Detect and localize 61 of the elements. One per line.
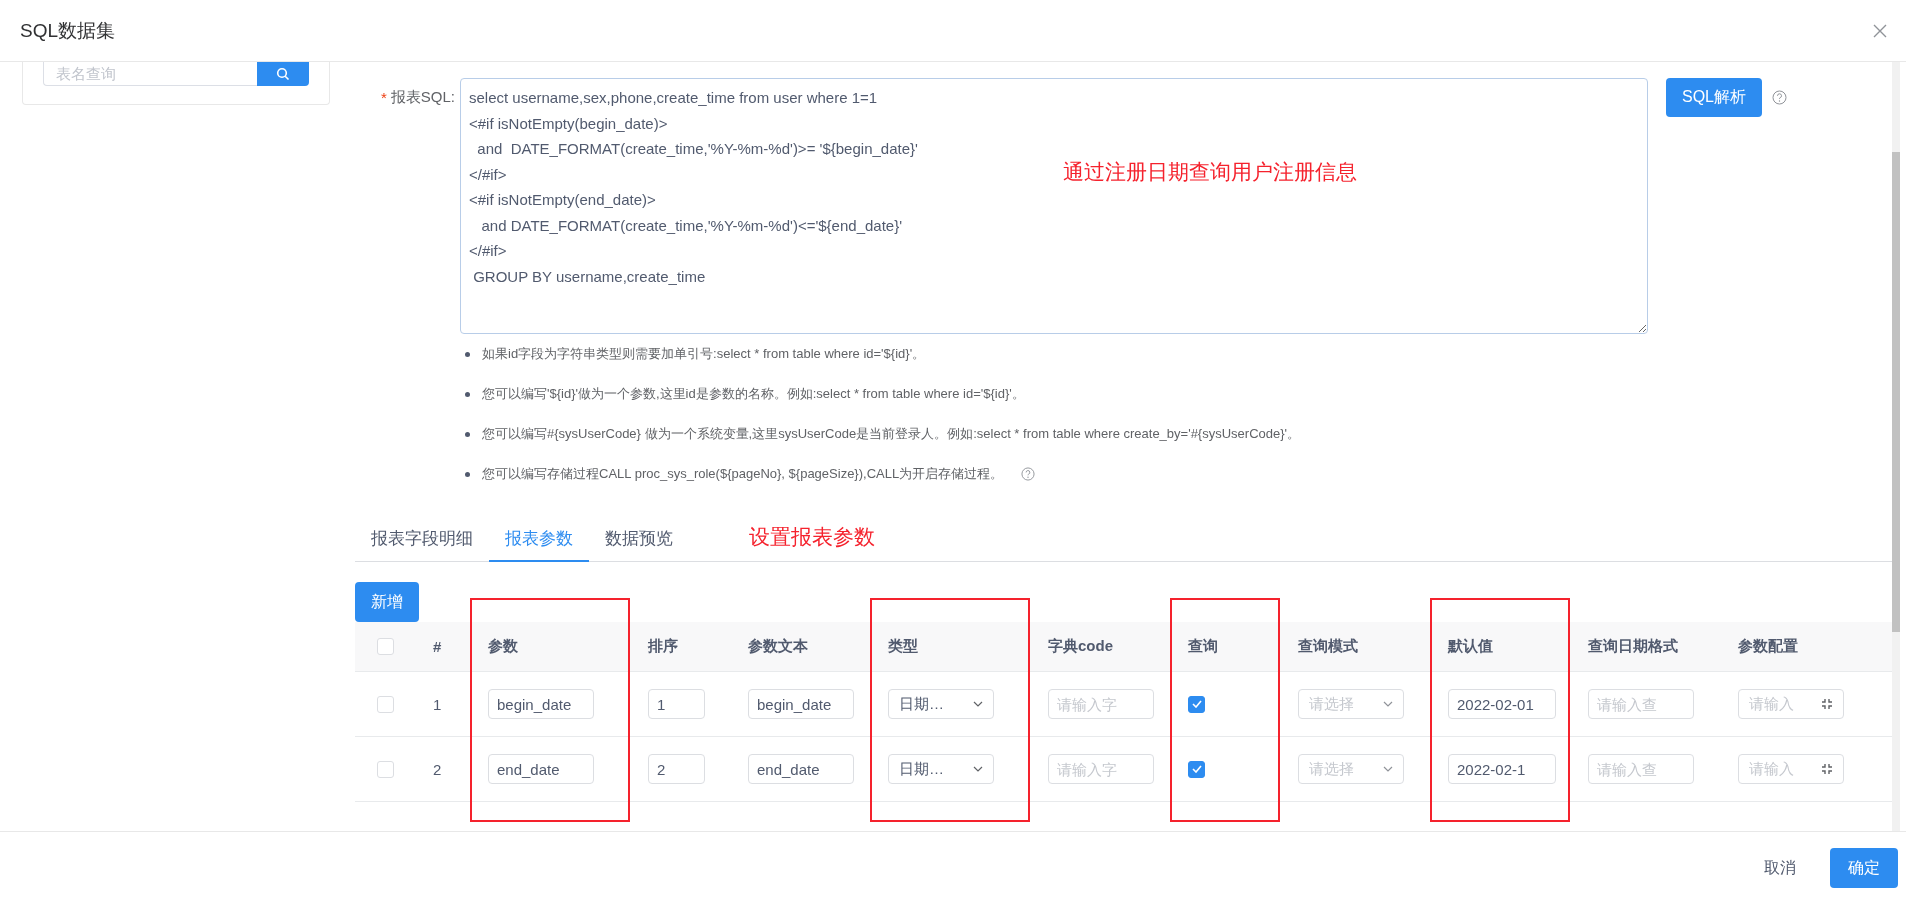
annotation-text: 设置报表参数: [749, 523, 875, 550]
hint-text: 您可以编写存储过程CALL proc_sys_role(${pageNo}, ${pageSize}),CALL为开启存储过程。: [482, 465, 1004, 483]
column-header: #: [433, 638, 442, 655]
scrollbar[interactable]: [1892, 62, 1900, 831]
collapse-icon[interactable]: [1821, 763, 1833, 775]
column-header: 查询日期格式: [1588, 637, 1678, 656]
search-button[interactable]: [257, 62, 309, 86]
hint-text: 如果id字段为字符串类型则需要加单引号:select * from table where id='${id}'。: [482, 345, 926, 363]
search-icon: [276, 67, 290, 81]
column-header: 默认值: [1448, 637, 1493, 656]
default-value-input[interactable]: 2022-02-1: [1448, 754, 1556, 784]
collapse-icon[interactable]: [1821, 698, 1833, 710]
query-checkbox[interactable]: [1188, 695, 1205, 713]
hint-text: 您可以编写#{sysUserCode} 做为一个系统变量,这里sysUserCode是当前登录人。例如:select * from table where create_by='#{sysUserCode}'。: [482, 425, 1301, 443]
dialog-title: SQL数据集: [20, 18, 116, 43]
bullet-icon: [465, 431, 470, 437]
close-icon[interactable]: [1872, 22, 1888, 39]
hint-text: 您可以编写'${id}'做为一个参数,这里id是参数的名称。例如:select * from table where id='${id}'。: [482, 385, 1025, 403]
column-header: 查询: [1188, 637, 1218, 656]
row-checkbox[interactable]: [377, 760, 394, 778]
search-field[interactable]: 表名查询: [43, 62, 257, 86]
tab[interactable]: 数据预览: [589, 527, 689, 562]
search-panel[interactable]: 表名查询: [22, 62, 330, 105]
chevron-down-icon: [1383, 701, 1393, 707]
annotation-text: 通过注册日期查询用户注册信息: [1063, 159, 1357, 185]
param-input[interactable]: end_date: [488, 754, 594, 784]
bullet-icon: [465, 351, 470, 357]
order-input[interactable]: 2: [648, 754, 705, 784]
tab[interactable]: 报表字段明细: [355, 527, 489, 562]
row-number: 1: [433, 695, 442, 713]
column-header: 字典code: [1048, 637, 1113, 656]
param-input[interactable]: begin_date: [488, 689, 594, 719]
type-select[interactable]: 日期…: [888, 689, 994, 719]
row-checkbox[interactable]: [377, 695, 394, 713]
chevron-down-icon: [973, 766, 983, 772]
check-icon: [1191, 700, 1202, 708]
column-header: 查询模式: [1298, 637, 1358, 656]
column-header: 类型: [888, 637, 918, 656]
help-icon[interactable]: [1772, 90, 1787, 105]
type-select[interactable]: 日期…: [888, 754, 994, 784]
default-value-input[interactable]: 2022-02-01: [1448, 689, 1556, 719]
row-number: 2: [433, 760, 442, 778]
bullet-icon: [465, 391, 470, 397]
param-text-input[interactable]: begin_date: [748, 689, 854, 719]
select-all-checkbox[interactable]: [377, 638, 394, 655]
check-icon: [1191, 765, 1202, 773]
column-header: 参数配置: [1738, 637, 1798, 656]
column-header: 排序: [648, 637, 678, 656]
bullet-icon: [465, 471, 470, 477]
tab[interactable]: 报表参数: [489, 527, 589, 562]
column-header: 参数: [488, 637, 518, 656]
query-checkbox[interactable]: [1188, 760, 1205, 778]
required-mark: *: [380, 89, 387, 106]
column-header: 参数文本: [748, 637, 808, 656]
chevron-down-icon: [1383, 766, 1393, 772]
help-icon[interactable]: [1021, 467, 1036, 481]
order-input[interactable]: 1: [648, 689, 705, 719]
cancel-button[interactable]: 取消: [1748, 849, 1812, 887]
sql-label: 报表SQL:: [390, 88, 455, 107]
chevron-down-icon: [973, 701, 983, 707]
param-text-input[interactable]: end_date: [748, 754, 854, 784]
